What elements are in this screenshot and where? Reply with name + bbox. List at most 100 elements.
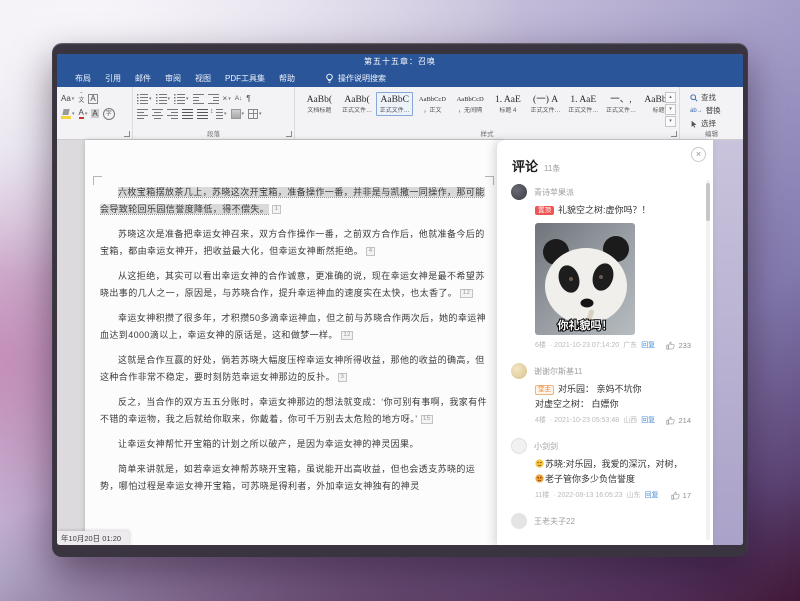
comment-username[interactable]: 青诗苹果派 [534,187,574,198]
style-item[interactable]: 1. AaE标题 4 [490,92,527,116]
align-left-button[interactable] [137,109,148,119]
tab-layout[interactable]: 布局 [75,73,91,84]
comment-count-badge[interactable]: 15 [421,415,433,424]
selected-text[interactable]: 六枚宝箱摆放茶几上，苏晓这次开宝箱，准备操作一番，并非是与凯撒一同操作，那可能会… [100,187,485,214]
find-button[interactable]: 查找 [684,91,741,104]
comment-count-badge[interactable]: 1 [272,205,281,214]
justify-button[interactable] [182,109,193,119]
sort-button[interactable]: A↓ [235,95,243,102]
fan-level-badge: 堂主 [535,385,554,395]
font-dialog-launcher[interactable] [124,131,130,137]
comment-count-badge[interactable]: 12 [460,289,472,298]
borders-button[interactable]: ▾ [248,109,262,119]
tab-view[interactable]: 视图 [195,73,211,84]
style-item[interactable]: AaBb(正式文件… [339,92,376,116]
style-item[interactable]: AaBbCcD，无间隔 [452,92,489,116]
multilevel-list-button[interactable]: ▾ [174,94,189,104]
comment-username[interactable]: 王老夫子22 [534,516,575,527]
phonetic-guide-button[interactable]: ˇ文 [78,94,84,103]
panda-meme-image[interactable]: 你礼貌吗！ [535,223,635,335]
margin-mark [93,176,102,185]
paragraph[interactable]: 幸运女神积攒了很多年，才积攒50多滴幸运神血，但之前与苏晓合作两次后，她的幸运神… [100,310,487,344]
comment-location: 山东 [627,490,641,500]
paragraph[interactable]: 反之，当合作的双方五五分账时，幸运女神那边的想法就变成：‘你可别有事啊，我家有件… [100,394,487,428]
tab-references[interactable]: 引用 [105,73,121,84]
line-spacing-button[interactable]: ▾ [212,109,227,119]
style-item[interactable]: 一、,正式文件… [603,92,640,116]
character-border-button[interactable]: A [88,94,97,104]
like-button[interactable]: 233 [666,341,691,350]
style-item[interactable]: 1. AaE正式文件… [565,92,602,116]
character-shading-button[interactable]: A [91,109,98,118]
asian-layout-button[interactable]: ×▾ [223,94,231,104]
style-item-selected[interactable]: AaBbC正式文件… [376,92,413,116]
avatar[interactable] [511,438,527,454]
styles-more-icon[interactable]: ▾ [665,116,676,127]
change-case-button[interactable]: Aa▾ [61,94,74,103]
comments-scrollbar[interactable] [706,180,710,540]
avatar[interactable] [511,513,527,529]
show-marks-button[interactable]: ¶ [246,94,250,104]
styles-group: AaBb(文档标题 AaBb(正式文件… AaBbC正式文件… AaBbCcD，… [295,87,680,139]
document-page[interactable]: 六枚宝箱摆放茶几上，苏晓这次开宝箱，准备操作一番，并非是与凯撒一同操作，那可能会… [85,140,502,545]
shading-button[interactable]: ▾ [231,109,245,119]
reply-button[interactable]: 回复 [641,340,655,350]
avatar[interactable] [511,184,527,200]
comments-header: 评论11条 [497,140,713,184]
comment-username[interactable]: 谢谢尔斯基11 [534,366,582,377]
comment-count-badge[interactable]: 12 [341,331,353,340]
paragraph-dialog-launcher[interactable] [286,131,292,137]
like-button[interactable]: 214 [666,416,691,425]
screen-glare [712,140,743,545]
distribute-button[interactable] [197,109,208,119]
paragraph[interactable]: 苏晓这次是准备把幸运女神召来，双方合作操作一番，之前双方合作后，他就准备今后的宝… [100,226,487,260]
highlight-color-button[interactable]: ▾ [61,109,75,119]
paragraph[interactable]: 从这拒绝，其实可以看出幸运女神的合作诚意，更准确的说，现在幸运女神是最不希望苏晓… [100,268,487,302]
tab-mailings[interactable]: 邮件 [135,73,151,84]
tab-review[interactable]: 审阅 [165,73,181,84]
comments-title: 评论 [512,159,538,174]
like-count: 214 [678,416,691,425]
paragraph[interactable]: 这就是合作互赢的好处，倘若苏晓大幅度压榨幸运女神所得收益，那他的收益的确高，但这… [100,352,487,386]
styles-dialog-launcher[interactable] [671,131,677,137]
style-item[interactable]: AaBb(文档标题 [301,92,338,116]
thinking-face-emoji-icon [535,459,544,468]
thumbs-up-icon [666,341,675,350]
close-icon[interactable]: × [691,147,706,162]
like-count: 233 [678,341,691,350]
enclose-characters-button[interactable]: 字 [103,108,115,120]
styles-scroll-down-icon[interactable]: ▾ [665,104,676,115]
paragraph[interactable]: 六枚宝箱摆放茶几上，苏晓这次开宝箱，准备操作一番，并非是与凯撒一同操作，那可能会… [100,184,487,218]
increase-indent-button[interactable] [208,94,219,104]
comment-location: 山西 [623,415,637,425]
comment-username[interactable]: 小剑剑 [534,441,558,452]
comment-count-badge[interactable]: 3 [338,373,347,382]
comment-time: · 2022-08-13 16:05:23 [553,492,622,499]
monitor-bezel: 第五十五章：召唤 布局 引用 邮件 审阅 视图 PDF工具集 帮助 操作说明搜索… [52,43,748,557]
reply-button[interactable]: 回复 [641,415,655,425]
comment-count-badge[interactable]: 4 [366,247,375,256]
comment-item: 青诗苹果派 置顶礼貌空之树:虚你吗？！ [497,184,713,350]
bullets-button[interactable]: ▾ [137,94,152,104]
ribbon-tabs: 布局 引用 邮件 审阅 视图 PDF工具集 帮助 操作说明搜索 [57,69,743,87]
style-item[interactable]: (一) A正式文件… [527,92,564,116]
style-item[interactable]: AaBbCcD，正文 [414,92,451,116]
comment-floor: 11楼 [535,490,549,500]
paragraph[interactable]: 简单来讲就是，如若幸运女神帮苏晓开宝箱，虽说能开出高收益，但也会透支苏晓的运势，… [100,461,487,495]
decrease-indent-button[interactable] [193,94,204,104]
tell-me-label: 操作说明搜索 [338,73,386,84]
align-center-button[interactable] [152,109,163,119]
tab-help[interactable]: 帮助 [279,73,295,84]
scrollbar-thumb[interactable] [706,183,710,221]
font-color-button[interactable]: A▾ [79,109,88,119]
tell-me-search[interactable]: 操作说明搜索 [325,73,386,84]
styles-scroll-up-icon[interactable]: ▴ [665,92,676,103]
replace-button[interactable]: ab→ 替换 [684,104,741,117]
tab-pdf-tools[interactable]: PDF工具集 [225,73,265,84]
numbering-button[interactable]: ▾ [156,94,171,104]
avatar[interactable] [511,363,527,379]
like-button[interactable]: 17 [671,491,691,500]
align-right-button[interactable] [167,109,178,119]
paragraph[interactable]: 让幸运女神帮忙开宝箱的计划之所以破产，是因为幸运女神的神灵因果。 [100,436,487,453]
reply-button[interactable]: 回复 [645,490,659,500]
